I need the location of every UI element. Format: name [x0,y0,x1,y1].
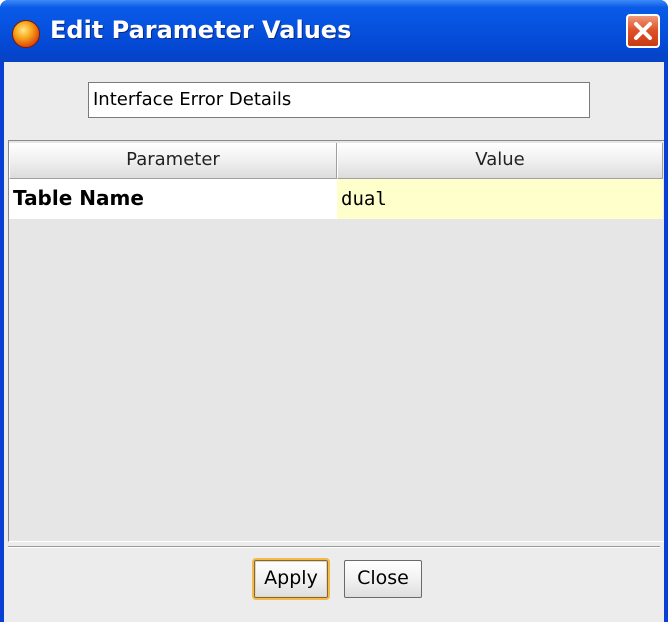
param-value-cell[interactable]: dual [337,179,663,219]
param-name-cell: Table Name [9,179,337,219]
close-x-icon [634,22,652,40]
column-header-parameter[interactable]: Parameter [9,143,337,179]
dialog-content: Interface Error Details Parameter Value … [4,62,664,622]
column-header-value[interactable]: Value [337,143,663,179]
description-field[interactable]: Interface Error Details [88,82,590,118]
window-title: Edit Parameter Values [50,16,352,44]
separator [8,546,660,548]
title-bar[interactable]: Edit Parameter Values [0,0,668,62]
apply-button[interactable]: Apply [254,560,328,598]
parameter-table: Parameter Value Table Name dual [8,140,664,542]
window-close-button[interactable] [626,14,660,48]
edit-parameter-dialog: Edit Parameter Values Interface Error De… [0,0,668,622]
close-button[interactable]: Close [344,560,422,598]
app-orb-icon [12,20,40,48]
